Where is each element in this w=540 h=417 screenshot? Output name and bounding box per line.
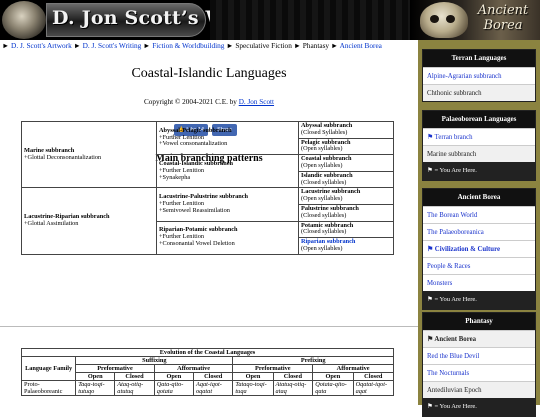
sidebar-item-borean-world[interactable]: The Borean World <box>423 206 535 223</box>
terran-languages-box: Terran Languages Alpine-Agrarian subbran… <box>422 49 536 102</box>
riparian-potamic-cell: Riparian-Potamic subbranch +Further Lenit… <box>156 220 299 255</box>
leaf-lacustrine: Lacustrine subbranch (Open syllables) <box>298 187 394 205</box>
banner-decoration <box>210 0 410 40</box>
sidebar-item-ancient-borea: ⚑ Ancient Borea <box>423 330 535 347</box>
breadcrumb-speculative: Speculative Fiction <box>235 41 292 50</box>
sidebar-item-red-blue-devil[interactable]: Red the Blue Devil <box>423 347 535 364</box>
skull-eye <box>430 15 439 23</box>
evolution-caption: Evolution of the Coastal Languages <box>21 348 394 357</box>
leaf-riparian[interactable]: Riparian subbranch (Open syllables) <box>298 237 394 255</box>
sidebar-item-alpine-agrarian[interactable]: Alpine-Agrarian subbranch <box>423 67 535 84</box>
sidebar-item-civilization[interactable]: ⚑ Civilization & Culture <box>423 240 535 257</box>
coastal-islandic-cell: Coastal-Islandic subbranch +Further Lenit… <box>156 154 299 189</box>
evolution-table: Evolution of the Coastal Languages Langu… <box>20 348 395 396</box>
leaf-potamic: Potamic subbranch (Closed syllables) <box>298 220 394 239</box>
sidebar: Terran Languages Alpine-Agrarian subbran… <box>418 40 540 417</box>
sidebar-item-marine: Marine subbranch <box>423 145 535 162</box>
copyright: Copyright © 2004-2021 C.E. by D. Jon Sco… <box>143 98 275 106</box>
leaf-abyssal: Abyssal subbranch (Closed Syllables) <box>298 121 394 139</box>
marine-cell: Marine subbranch +Glottal Deconsonantaliz… <box>21 120 157 189</box>
leaf-coastal: Coastal subbranch (Open syllables) <box>298 154 394 172</box>
language-family-header: Language Family <box>20 356 77 381</box>
ancient-borea-box: Ancient Borea The Borean World The Palae… <box>422 188 536 310</box>
ancient-borea-logo[interactable]: Ancient Borea <box>468 3 538 33</box>
leaf-pelagic: Pelagic subbranch (Open syllables) <box>298 137 394 156</box>
breadcrumb-phantasy: Phantasy <box>302 41 330 50</box>
sidebar-item-terran-branch[interactable]: ⚑ Terran branch <box>423 128 535 145</box>
sidebar-item-nocturnals[interactable]: The Nocturnals <box>423 364 535 381</box>
palaeoborean-languages-box: Palaeoborean Languages ⚑ Terran branch M… <box>422 110 536 181</box>
breadcrumb-fiction[interactable]: Fiction & Worldbuilding <box>152 41 224 50</box>
you-are-here-note: ⚑ = You Are Here. <box>423 398 535 416</box>
page-title: Coastal-Islandic Languages <box>131 66 287 81</box>
sidebar-item-chthonic: Chthonic subbranch <box>423 84 535 101</box>
leaf-islandic: Islandic subbranch (Closed syllables) <box>298 170 394 189</box>
you-are-here-note: ⚑ = You Are Here. <box>423 162 535 180</box>
phantasy-box: Phantasy ⚑ Ancient Borea Red the Blue De… <box>422 312 536 417</box>
sidebar-item-palaeoboreanica[interactable]: The Palaeoboreanica <box>423 223 535 240</box>
breadcrumb-ancient-borea[interactable]: Ancient Borea <box>340 41 382 50</box>
abyssal-pelagic-cell: Abyssal-Pelagic subbranch +Further Leniti… <box>156 120 299 156</box>
skull-eye <box>446 15 455 23</box>
author-link[interactable]: D. Jon Scott <box>239 98 274 106</box>
lacustrine-riparian-cell: Lacustrine-Riparian subbranch +Glottal As… <box>21 187 157 255</box>
breadcrumb-artwork[interactable]: D. J. Scott's Artwork <box>11 41 72 50</box>
you-are-here-note: ⚑ = You Are Here. <box>423 291 535 309</box>
sidebar-item-monsters[interactable]: Monsters <box>423 274 535 291</box>
skull-icon <box>420 2 468 38</box>
divider <box>0 326 418 327</box>
author-portrait-logo <box>2 1 46 39</box>
breadcrumb-writing[interactable]: D. J. Scott's Writing <box>83 41 142 50</box>
breadcrumb: ► D. J. Scott's Artwork ► D. J. Scott's … <box>2 41 382 50</box>
sidebar-item-people-races[interactable]: People & Races <box>423 257 535 274</box>
leaf-palustrine: Palustrine subbranch (Closed syllables) <box>298 203 394 222</box>
lacustrine-palustrine-cell: Lacustrine-Palustrine subbranch +Further … <box>156 187 299 222</box>
sidebar-item-antediluvian: Antediluvian Epoch <box>423 381 535 398</box>
branching-table: Marine subbranch +Glottal Deconsonantaliz… <box>21 120 394 255</box>
site-banner[interactable]: D. Jon Scott’s Website Ancient Borea <box>0 0 540 40</box>
table-row: Proto-Palaeoboreanic Taqa-toqi-tutuqo At… <box>20 380 395 396</box>
